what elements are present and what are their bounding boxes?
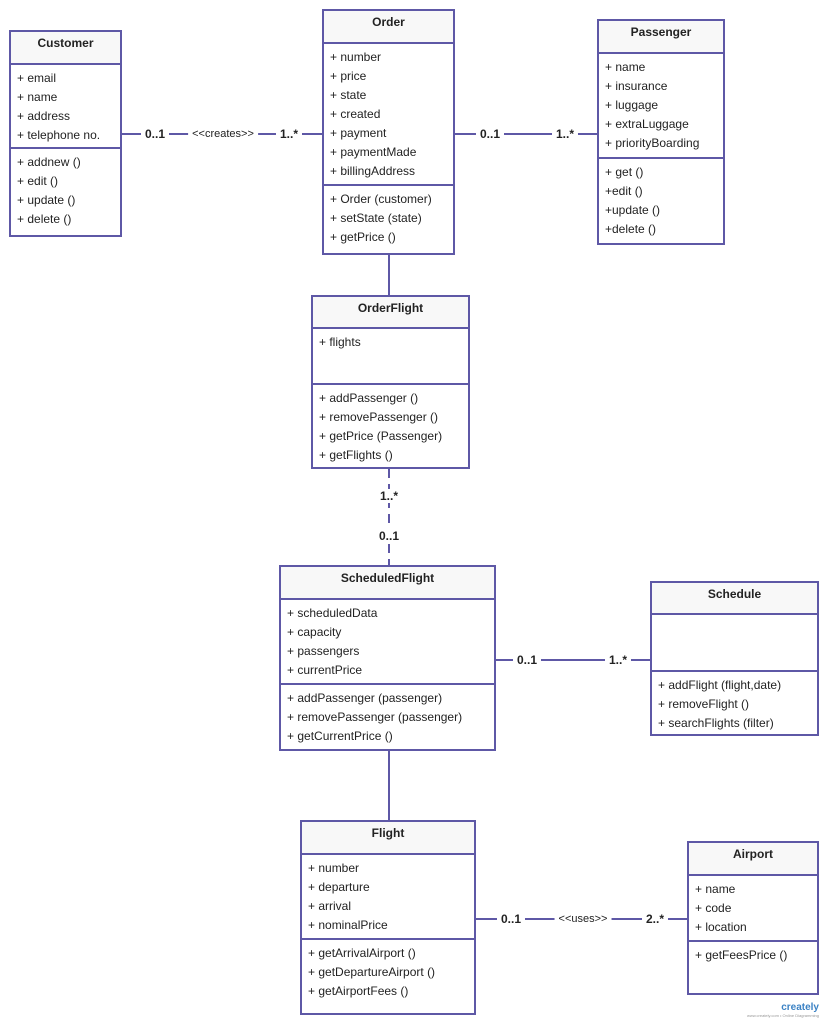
attribute: + currentPrice [287,663,363,677]
class-name: Order [324,11,453,44]
attribute: + name [605,60,646,74]
method: + Order (customer) [330,192,432,206]
attribute: + code [695,901,732,915]
method: + removePassenger (passenger) [287,710,463,724]
method: + searchFlights (filter) [658,716,774,730]
attribute: + name [17,90,58,104]
methods-section: + get () +edit () +update () +delete () [599,159,723,239]
method: + removePassenger () [319,410,439,424]
attribute: + luggage [605,98,659,112]
stereotype-label: <<creates>> [188,127,258,141]
method: + getPrice () [330,230,396,244]
method: +delete () [605,222,657,236]
attribute: + extraLuggage [605,117,689,131]
attributes-section: + number + price + state + created + payment… [324,44,453,186]
attribute: + insurance [605,79,668,93]
method: + get () [605,165,644,179]
multiplicity-label: 1..* [551,127,579,141]
attribute: + number [330,50,382,64]
attribute: + price [330,69,367,83]
class-name: Flight [302,822,474,855]
class-schedule[interactable]: Schedule + addFlight (flight,date) + remov… [650,581,819,736]
method: + delete () [17,212,72,226]
creately-logo: creately www.creately.com • Online Diagr… [746,1002,819,1018]
attribute: + payment [330,126,387,140]
class-name: Airport [689,843,817,876]
multiplicity-label: 0..1 [496,912,526,926]
attribute: + departure [308,880,370,894]
class-scheduledflight[interactable]: ScheduledFlight + scheduledData + capacity… [279,565,496,751]
attribute: + email [17,71,57,85]
method: + edit () [17,174,59,188]
attributes-section: + number + departure + arrival + nominalPri… [302,855,474,940]
class-passenger[interactable]: Passenger + name + insurance + luggage + ext… [597,19,725,245]
methods-section: + getFeesPrice () [689,942,817,965]
attributes-section: + email + name + address + telephone no. [11,65,120,149]
class-name: OrderFlight [313,297,468,329]
method: + addPassenger () [319,391,419,405]
methods-section: + Order (customer) + setState (state) + ge… [324,186,453,247]
class-flight[interactable]: Flight + number + departure + arrival + nomi… [300,820,476,1015]
attribute: + location [695,920,747,934]
attribute: + priorityBoarding [605,136,700,150]
attribute: + passengers [287,644,360,658]
multiplicity-label: 1..* [604,653,632,667]
method: + getFlights () [319,448,393,462]
class-name: Schedule [652,583,817,615]
method: + update () [17,193,76,207]
method: + getPrice (Passenger) [319,429,443,443]
multiplicity-label: 0..1 [475,127,505,141]
multiplicity-label: 2..* [641,912,669,926]
methods-section: + getArrivalAirport () + getDepartureAirp… [302,940,474,1001]
attributes-section: + name + code + location [689,876,817,942]
class-order[interactable]: Order + number + price + state + created + pa… [322,9,455,255]
method: + getDepartureAirport () [308,965,436,979]
method: +update () [605,203,661,217]
attribute: + capacity [287,625,342,639]
multiplicity-label: 1..* [275,127,303,141]
multiplicity-label: 0..1 [374,529,404,543]
method: + getArrivalAirport () [308,946,416,960]
attribute: + number [308,861,360,875]
method: + removeFlight () [658,697,750,711]
attributes-section: + name + insurance + luggage + extraLuggage… [599,54,723,159]
attribute: + billingAddress [330,164,416,178]
methods-section: + addnew () + edit () + update () + delete … [11,149,120,229]
method: + getCurrentPrice () [287,729,393,743]
attributes-section: + scheduledData + capacity + passengers + c… [281,600,494,685]
attribute: + arrival [308,899,352,913]
attributes-section: + flights [313,329,468,385]
class-customer[interactable]: Customer + email + name + address + telephon… [9,30,122,237]
class-name: ScheduledFlight [281,567,494,600]
multiplicity-label: 0..1 [140,127,170,141]
multiplicity-label: 1..* [375,489,403,503]
attribute: + created [330,107,381,121]
attribute: + paymentMade [330,145,417,159]
method: + getAirportFees () [308,984,409,998]
method: +edit () [605,184,643,198]
attribute: + state [330,88,367,102]
attribute: + address [17,109,71,123]
method: + addnew () [17,155,81,169]
attribute: + nominalPrice [308,918,388,932]
class-airport[interactable]: Airport + name + code + location + getFeesPr… [687,841,819,995]
method: + addFlight (flight,date) [658,678,782,692]
stereotype-label: <<uses>> [554,912,612,926]
attribute: + scheduledData [287,606,378,620]
method: + setState (state) [330,211,422,225]
methods-section: + addFlight (flight,date) + removeFlight … [652,672,817,733]
method: + addPassenger (passenger) [287,691,443,705]
methods-section: + addPassenger (passenger) + removePassen… [281,685,494,746]
attribute: + flights [319,335,361,349]
class-name: Passenger [599,21,723,54]
multiplicity-label: 0..1 [512,653,542,667]
class-orderflight[interactable]: OrderFlight + flights + addPassenger () + r… [311,295,470,469]
method: + getFeesPrice () [695,948,788,962]
methods-section: + addPassenger () + removePassenger () + g… [313,385,468,465]
attribute: + telephone no. [17,128,101,142]
attributes-section [652,615,817,672]
attribute: + name [695,882,736,896]
class-name: Customer [11,32,120,65]
